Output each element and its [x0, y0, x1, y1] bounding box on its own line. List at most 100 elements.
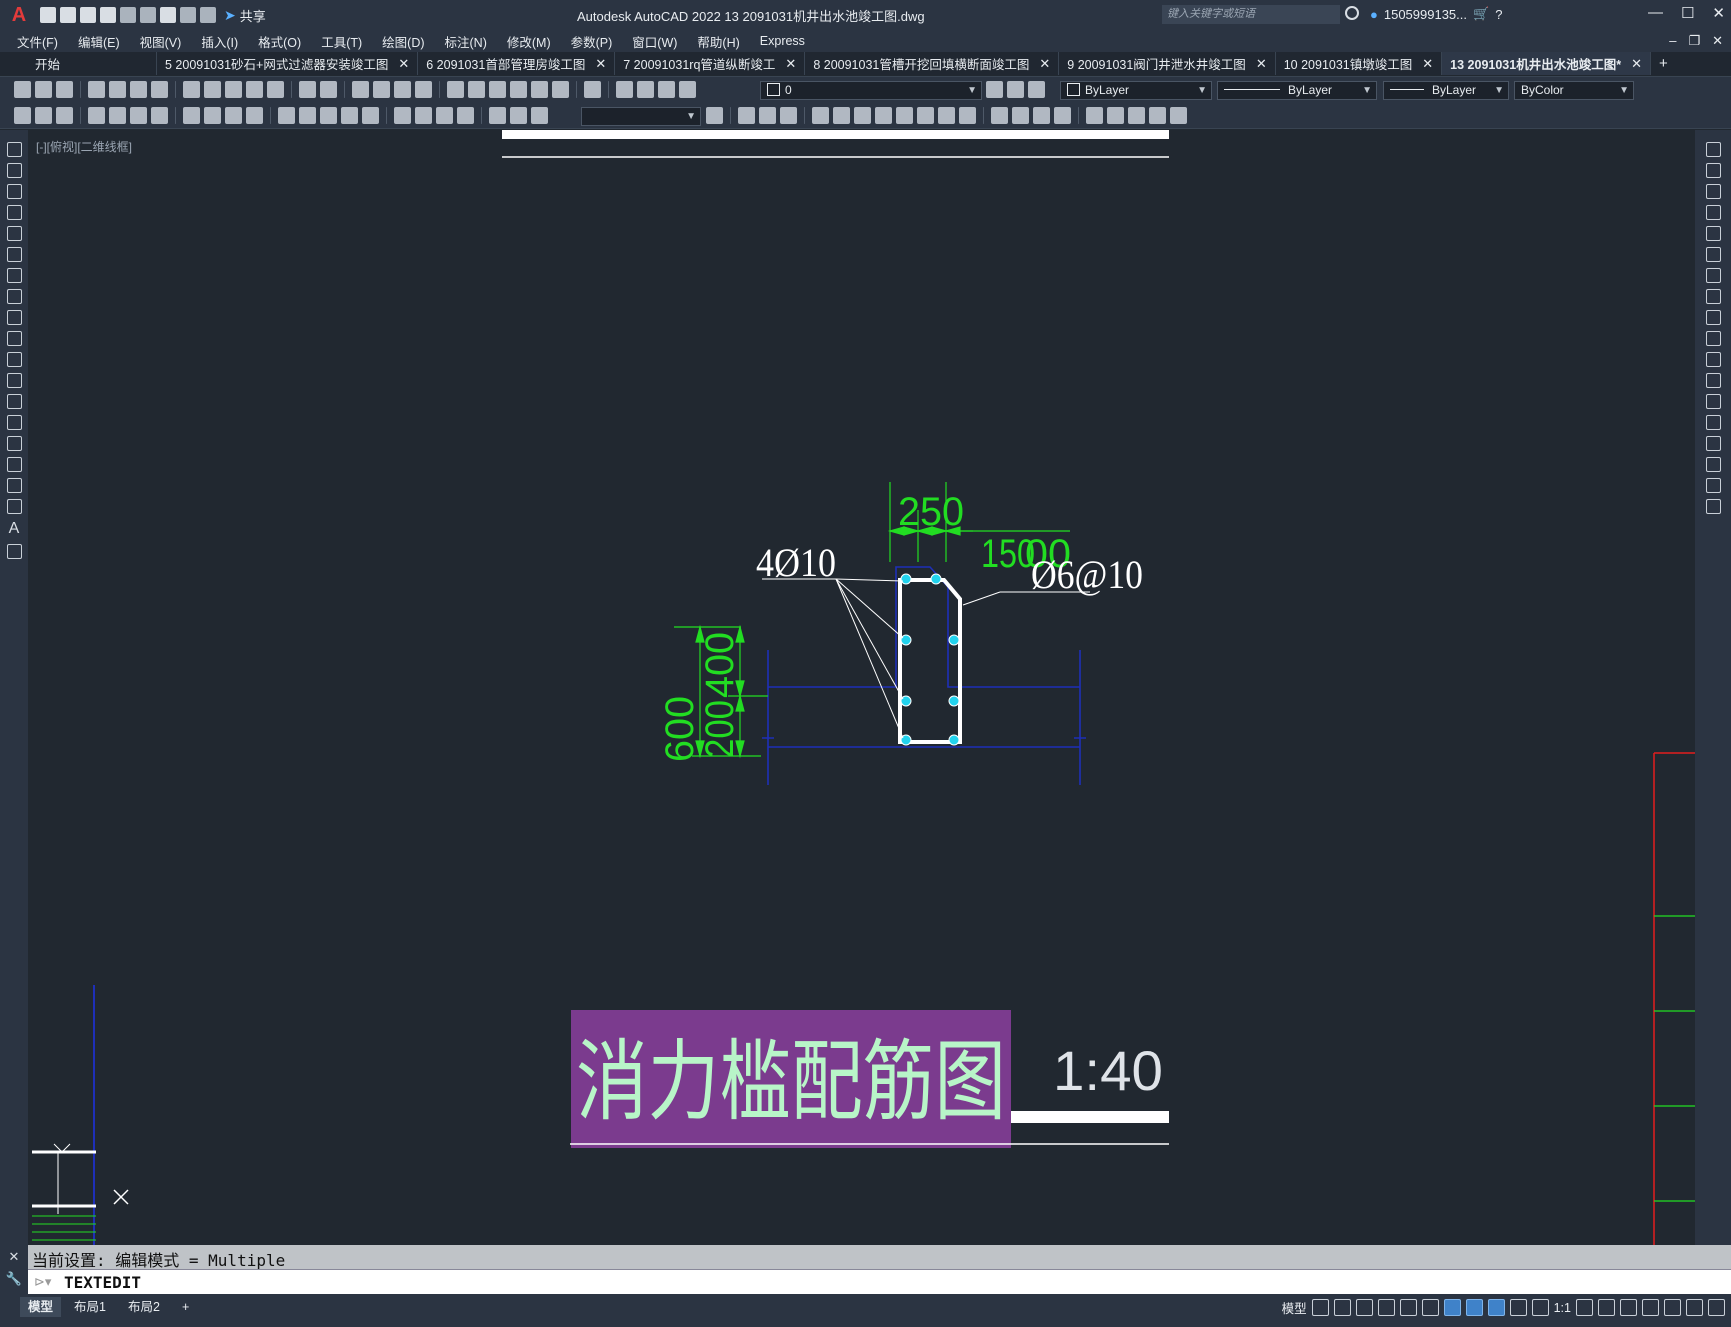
layer-freeze-icon[interactable] [658, 81, 675, 98]
move-faces-icon[interactable] [833, 107, 850, 124]
paste-icon[interactable] [225, 81, 242, 98]
copy-edges-icon[interactable] [1086, 107, 1103, 124]
cut-icon[interactable] [183, 81, 200, 98]
taper-faces-icon[interactable] [917, 107, 934, 124]
rotate-icon[interactable] [1705, 268, 1721, 283]
close-icon[interactable]: ✕ [1712, 4, 1725, 22]
menu-draw[interactable]: 绘图(D) [382, 32, 424, 51]
layout-tab-2[interactable]: 布局2 [120, 1297, 168, 1317]
rectangle-icon[interactable] [6, 226, 22, 241]
user-account[interactable]: ● 1505999135... 🛒 ? [1370, 6, 1502, 22]
ellipse-arc-icon[interactable] [6, 352, 22, 367]
offset-faces-icon[interactable] [854, 107, 871, 124]
save-web-icon[interactable] [140, 7, 156, 23]
continue-dim-icon[interactable] [320, 107, 337, 124]
open-web-icon[interactable] [120, 7, 136, 23]
color-edges-icon[interactable] [1107, 107, 1124, 124]
tab-close-icon[interactable]: ✕ [1256, 56, 1267, 72]
add-layout-icon[interactable]: + [174, 1297, 197, 1317]
scale-icon[interactable] [1705, 289, 1721, 304]
copy-object-icon[interactable] [1705, 163, 1721, 178]
save-icon[interactable] [80, 7, 96, 23]
open-icon[interactable] [35, 81, 52, 98]
dim-update-icon[interactable] [531, 107, 548, 124]
layer-on-icon[interactable] [637, 81, 654, 98]
object-snap-icon[interactable] [1443, 1299, 1461, 1316]
imprint-icon[interactable] [991, 107, 1008, 124]
share-button[interactable]: ➤ 共享 [224, 6, 266, 25]
layout-tab-model[interactable]: 模型 [20, 1297, 62, 1317]
pan-icon[interactable] [352, 81, 369, 98]
units-icon[interactable] [1620, 1299, 1637, 1316]
solid-edit-icon[interactable] [1149, 107, 1166, 124]
menu-view[interactable]: 视图(V) [140, 32, 182, 51]
help-icon[interactable]: ? [1495, 7, 1502, 22]
join-icon[interactable] [1705, 415, 1721, 430]
copy-faces-icon[interactable] [938, 107, 955, 124]
grid-icon[interactable] [1311, 1299, 1329, 1316]
color-faces-icon[interactable] [959, 107, 976, 124]
move-icon[interactable] [1705, 247, 1721, 262]
trim-icon[interactable] [1705, 331, 1721, 346]
markup-icon[interactable] [531, 81, 548, 98]
lineweight-icon[interactable] [1465, 1299, 1483, 1316]
linear-dim-icon[interactable] [88, 107, 105, 124]
offset-icon[interactable] [1705, 205, 1721, 220]
center-mark-icon[interactable] [415, 107, 432, 124]
menu-insert[interactable]: 插入(I) [201, 32, 238, 51]
plot-icon[interactable] [88, 81, 105, 98]
dim-space-icon[interactable] [341, 107, 358, 124]
insert-block-icon[interactable] [6, 373, 22, 388]
layer-lock-icon[interactable] [679, 81, 696, 98]
layer-state-icon[interactable] [1028, 81, 1045, 98]
zoom-realtime-icon[interactable] [373, 81, 390, 98]
jogged-linear-icon[interactable] [457, 107, 474, 124]
dim-style-icon[interactable] [706, 107, 723, 124]
redo-icon[interactable] [320, 81, 337, 98]
make-current-icon[interactable] [986, 81, 1003, 98]
tab-file-9[interactable]: 9 20091031阀门井泄水井竣工图 ✕ [1059, 52, 1276, 75]
preview-icon[interactable] [109, 81, 126, 98]
isolate-icon[interactable] [1664, 1299, 1681, 1316]
isodraft-icon[interactable] [1399, 1299, 1417, 1316]
erase-icon[interactable] [1705, 142, 1721, 157]
fullscreen-icon[interactable] [1686, 1299, 1703, 1316]
selection-cycling-icon[interactable] [1509, 1299, 1527, 1316]
chamfer-icon[interactable] [1705, 436, 1721, 451]
union-icon[interactable] [738, 107, 755, 124]
maximize-icon[interactable]: ☐ [1681, 4, 1694, 22]
extend-icon[interactable] [1705, 352, 1721, 367]
menu-window[interactable]: 窗口(W) [632, 32, 677, 51]
plotstyle-dropdown[interactable]: ByColor ▼ [1514, 81, 1634, 100]
block-editor-icon[interactable] [267, 81, 284, 98]
edit-block-icon[interactable] [35, 107, 52, 124]
open-file-icon[interactable] [60, 7, 76, 23]
angular-dim-icon[interactable] [246, 107, 263, 124]
annotation-scale[interactable]: 1:1 [1554, 1301, 1571, 1315]
sheet-set-icon[interactable] [510, 81, 527, 98]
explode-icon[interactable] [1705, 499, 1721, 514]
menu-express[interactable]: Express [760, 34, 805, 48]
transparency-icon[interactable] [1487, 1299, 1505, 1316]
menu-help[interactable]: 帮助(H) [697, 32, 739, 51]
polyline-icon[interactable] [6, 184, 22, 199]
revision-cloud-icon[interactable] [6, 289, 22, 304]
quick-dim-icon[interactable] [278, 107, 295, 124]
tab-close-icon[interactable]: ✕ [1631, 56, 1642, 72]
calculator-icon[interactable] [552, 81, 569, 98]
separate-icon[interactable] [1033, 107, 1050, 124]
menu-edit[interactable]: 编辑(E) [78, 32, 120, 51]
clean-icon[interactable] [1012, 107, 1029, 124]
shell-icon[interactable] [1054, 107, 1071, 124]
save-icon[interactable] [56, 81, 73, 98]
new-icon[interactable] [14, 81, 31, 98]
gradient-icon[interactable] [6, 457, 22, 472]
command-line[interactable]: ⊳▾ TEXTEDIT [28, 1269, 1731, 1295]
properties-icon[interactable] [447, 81, 464, 98]
tool-palettes-icon[interactable] [489, 81, 506, 98]
polar-icon[interactable] [1377, 1299, 1395, 1316]
add-selected-icon[interactable] [6, 544, 22, 559]
tab-file-7[interactable]: 7 20091031rq管道纵断竣工 ✕ [615, 52, 806, 75]
region-icon[interactable] [6, 478, 22, 493]
save-as-icon[interactable] [100, 7, 116, 23]
